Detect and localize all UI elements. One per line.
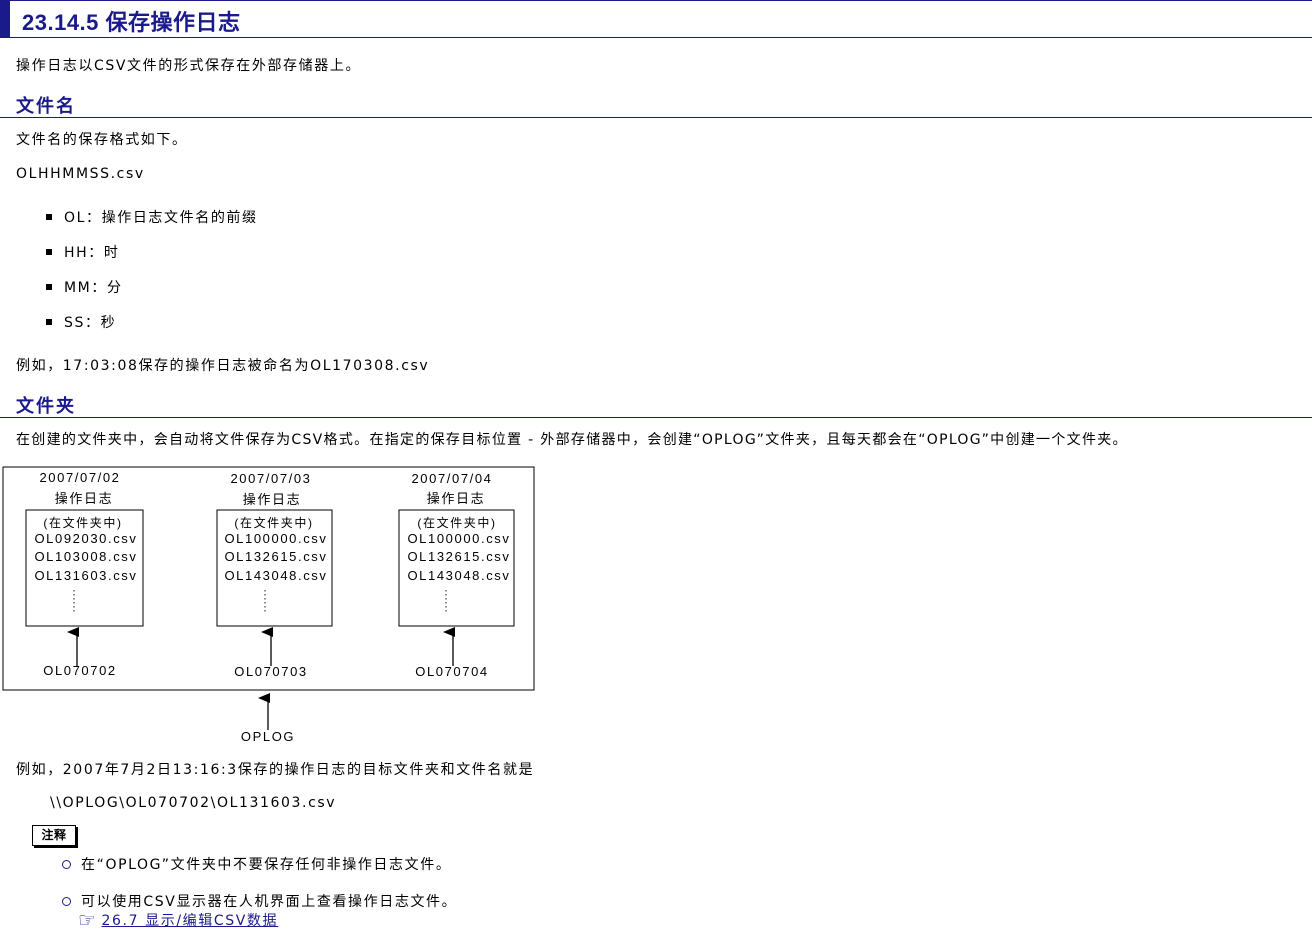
folder-date: 2007/07/02 bbox=[39, 470, 120, 485]
file-name: OL100000.csv bbox=[407, 531, 510, 546]
day-folder: 2007/07/02 操作日志 (在文件夹中) OL092030.csv OL1… bbox=[25, 470, 144, 678]
reference-link-row: ☞ 26.7 显示/编辑CSV数据 bbox=[78, 908, 278, 932]
pointing-hand-icon: ☞ bbox=[78, 908, 98, 932]
file-name: OL103008.csv bbox=[34, 549, 137, 564]
path-example: 例如，2007年7月2日13:16:3保存的操作日志的目标文件夹和文件名就是 bbox=[16, 762, 535, 778]
bullet-text: SS：秒 bbox=[64, 315, 117, 331]
folder-inside-note: (在文件夹中) bbox=[43, 515, 122, 530]
folder-desc: 在创建的文件夹中，会自动将文件保存为CSV格式。在指定的保存目标位置 - 外部存… bbox=[16, 432, 1128, 448]
bullet-item: HH：时 bbox=[46, 242, 119, 262]
day-folder: 2007/07/04 操作日志 (在文件夹中) OL100000.csv OL1… bbox=[398, 471, 515, 679]
square-bullet-icon bbox=[46, 284, 52, 290]
file-name: OL143048.csv bbox=[407, 568, 510, 583]
intro-text: 操作日志以CSV文件的形式保存在外部存储器上。 bbox=[16, 58, 362, 74]
folder-inside-note: (在文件夹中) bbox=[234, 515, 313, 530]
square-bullet-icon bbox=[46, 319, 52, 325]
circle-bullet-icon bbox=[62, 859, 71, 869]
folder-inside-note: (在文件夹中) bbox=[417, 515, 496, 530]
folder-label: 操作日志 bbox=[427, 491, 485, 506]
section-title-filename: 文件名 bbox=[16, 96, 76, 117]
reference-link[interactable]: 26.7 显示/编辑CSV数据 bbox=[102, 913, 279, 929]
folder-date: 2007/07/04 bbox=[411, 471, 492, 486]
note-tag: 注释 bbox=[32, 825, 76, 846]
file-name: OL132615.csv bbox=[407, 549, 510, 564]
bullet-text: OL：操作日志文件名的前缀 bbox=[64, 210, 258, 226]
file-name: OL132615.csv bbox=[224, 549, 327, 564]
bullet-item: OL：操作日志文件名的前缀 bbox=[46, 207, 258, 227]
section-title-folder: 文件夹 bbox=[16, 396, 76, 417]
page-title: 23.14.5 保存操作日志 bbox=[22, 10, 241, 35]
note-item: 在“OPLOG”文件夹中不要保存任何非操作日志文件。 bbox=[62, 854, 451, 874]
square-bullet-icon bbox=[46, 249, 52, 255]
folder-label: 操作日志 bbox=[243, 492, 301, 507]
filename-desc: 文件名的保存格式如下。 bbox=[16, 132, 188, 148]
folder-label: 操作日志 bbox=[55, 491, 113, 506]
section-heading-filename: 文件名 bbox=[0, 92, 1312, 118]
folder-date: 2007/07/03 bbox=[230, 471, 311, 486]
bullet-text: HH：时 bbox=[64, 245, 120, 261]
file-name: OL100000.csv bbox=[224, 531, 327, 546]
file-name: OL143048.csv bbox=[224, 568, 327, 583]
bullet-item: SS：秒 bbox=[46, 312, 116, 332]
path-example-value: \\OPLOG\OL070702\OL131603.csv bbox=[50, 795, 337, 811]
folder-name: OL070703 bbox=[234, 664, 308, 679]
day-folder: 2007/07/03 操作日志 (在文件夹中) OL100000.csv OL1… bbox=[216, 471, 333, 679]
section-heading-folder: 文件夹 bbox=[0, 392, 1312, 418]
folder-diagram: 2007/07/02 操作日志 (在文件夹中) OL092030.csv OL1… bbox=[2, 466, 535, 744]
filename-example: 例如，17:03:08保存的操作日志被命名为OL170308.csv bbox=[16, 358, 430, 374]
bullet-item: MM：分 bbox=[46, 277, 123, 297]
note-text: 在“OPLOG”文件夹中不要保存任何非操作日志文件。 bbox=[81, 857, 452, 873]
filename-format: OLHHMMSS.csv bbox=[16, 166, 145, 182]
file-name: OL092030.csv bbox=[34, 531, 137, 546]
square-bullet-icon bbox=[46, 214, 52, 220]
folder-name: OL070704 bbox=[415, 664, 489, 679]
bullet-text: MM：分 bbox=[64, 280, 123, 296]
root-folder-name: OPLOG bbox=[241, 729, 295, 744]
circle-bullet-icon bbox=[62, 896, 71, 906]
folder-name: OL070702 bbox=[43, 663, 117, 678]
title-bar: 23.14.5 保存操作日志 bbox=[0, 0, 1312, 38]
file-name: OL131603.csv bbox=[34, 568, 137, 583]
